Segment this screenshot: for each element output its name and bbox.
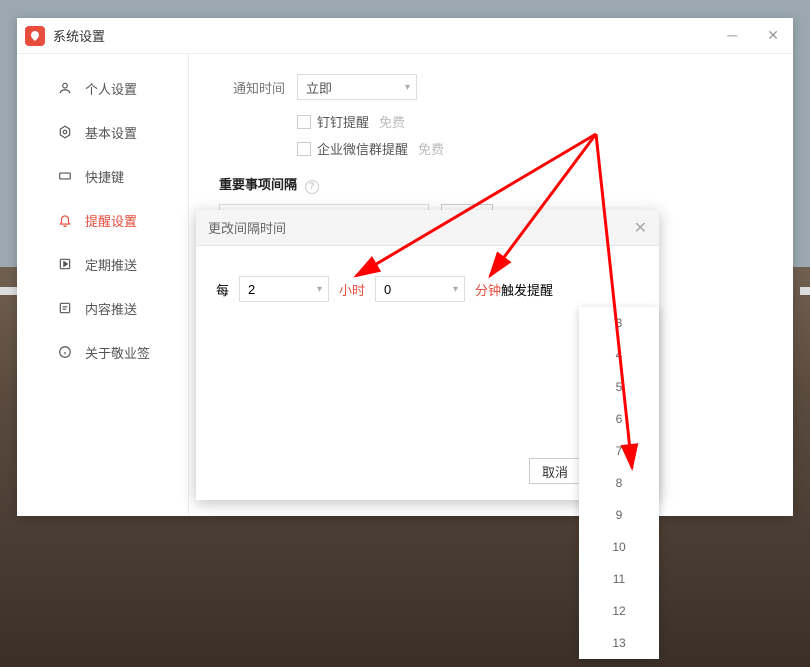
gear-icon <box>57 125 73 139</box>
section-important-interval: 重要事项间隔 ? <box>219 174 763 194</box>
dropdown-option[interactable]: 11 <box>579 563 659 595</box>
dropdown-option[interactable]: 5 <box>579 371 659 403</box>
interval-inputs-row: 每 2 小时 0 分钟触发提醒 <box>216 276 639 302</box>
minimize-button[interactable]: ─ <box>721 25 743 46</box>
minute-trigger-label: 分钟触发提醒 <box>475 280 553 299</box>
sidebar-item-label: 定期推送 <box>85 255 137 274</box>
dropdown-option[interactable]: 6 <box>579 403 659 435</box>
minutes-dropdown[interactable]: 345678910111213 <box>579 307 659 659</box>
bell-icon <box>57 213 73 227</box>
dropdown-option[interactable]: 7 <box>579 435 659 467</box>
play-icon <box>57 257 73 271</box>
sidebar-item-label: 提醒设置 <box>85 211 137 230</box>
notify-time-label: 通知时间 <box>219 78 297 97</box>
help-icon[interactable]: ? <box>305 180 319 194</box>
app-logo-icon <box>25 26 45 46</box>
reminder-row-1: 企业微信群提醒免费 <box>297 139 763 158</box>
minutes-select[interactable]: 0 <box>375 276 465 302</box>
sidebar: 个人设置基本设置快捷键提醒设置定期推送内容推送关于敬业签 <box>17 54 189 516</box>
sidebar-item-3[interactable]: 提醒设置 <box>17 198 188 242</box>
window-controls: ─ ✕ <box>721 25 785 46</box>
sidebar-item-label: 个人设置 <box>85 79 137 98</box>
dropdown-option[interactable]: 13 <box>579 627 659 659</box>
sidebar-item-6[interactable]: 关于敬业签 <box>17 330 188 374</box>
reminder-label: 钉钉提醒 <box>317 112 369 131</box>
reminder-label: 企业微信群提醒 <box>317 139 408 158</box>
free-badge: 免费 <box>418 139 444 158</box>
dialog-close-icon[interactable]: ✕ <box>634 218 647 238</box>
sidebar-item-2[interactable]: 快捷键 <box>17 154 188 198</box>
dialog-header: 更改间隔时间 ✕ <box>196 210 659 246</box>
hours-select[interactable]: 2 <box>239 276 329 302</box>
dropdown-option[interactable]: 4 <box>579 339 659 371</box>
hour-label: 小时 <box>339 280 365 299</box>
info-icon <box>57 345 73 359</box>
every-label: 每 <box>216 280 229 299</box>
sidebar-item-0[interactable]: 个人设置 <box>17 66 188 110</box>
cancel-button[interactable]: 取消 <box>529 458 581 484</box>
titlebar: 系统设置 ─ ✕ <box>17 18 793 54</box>
dropdown-option[interactable]: 10 <box>579 531 659 563</box>
window-title: 系统设置 <box>53 26 105 45</box>
reminder-checkbox[interactable] <box>297 142 311 156</box>
keyboard-icon <box>57 169 73 183</box>
dropdown-option[interactable]: 12 <box>579 595 659 627</box>
reminder-row-0: 钉钉提醒免费 <box>297 112 763 131</box>
free-badge: 免费 <box>379 112 405 131</box>
close-button[interactable]: ✕ <box>761 25 785 46</box>
sidebar-item-label: 关于敬业签 <box>85 343 150 362</box>
notify-time-row: 通知时间 立即 <box>219 74 763 100</box>
square-icon <box>57 301 73 315</box>
sidebar-item-label: 内容推送 <box>85 299 137 318</box>
dropdown-option[interactable]: 3 <box>579 307 659 339</box>
sidebar-item-label: 基本设置 <box>85 123 137 142</box>
dialog-title: 更改间隔时间 <box>208 218 286 237</box>
sidebar-item-5[interactable]: 内容推送 <box>17 286 188 330</box>
sidebar-item-4[interactable]: 定期推送 <box>17 242 188 286</box>
sidebar-item-label: 快捷键 <box>85 167 124 186</box>
person-icon <box>57 81 73 95</box>
sidebar-item-1[interactable]: 基本设置 <box>17 110 188 154</box>
dropdown-option[interactable]: 8 <box>579 467 659 499</box>
dropdown-option[interactable]: 9 <box>579 499 659 531</box>
notify-time-select[interactable]: 立即 <box>297 74 417 100</box>
reminder-checkbox[interactable] <box>297 115 311 129</box>
